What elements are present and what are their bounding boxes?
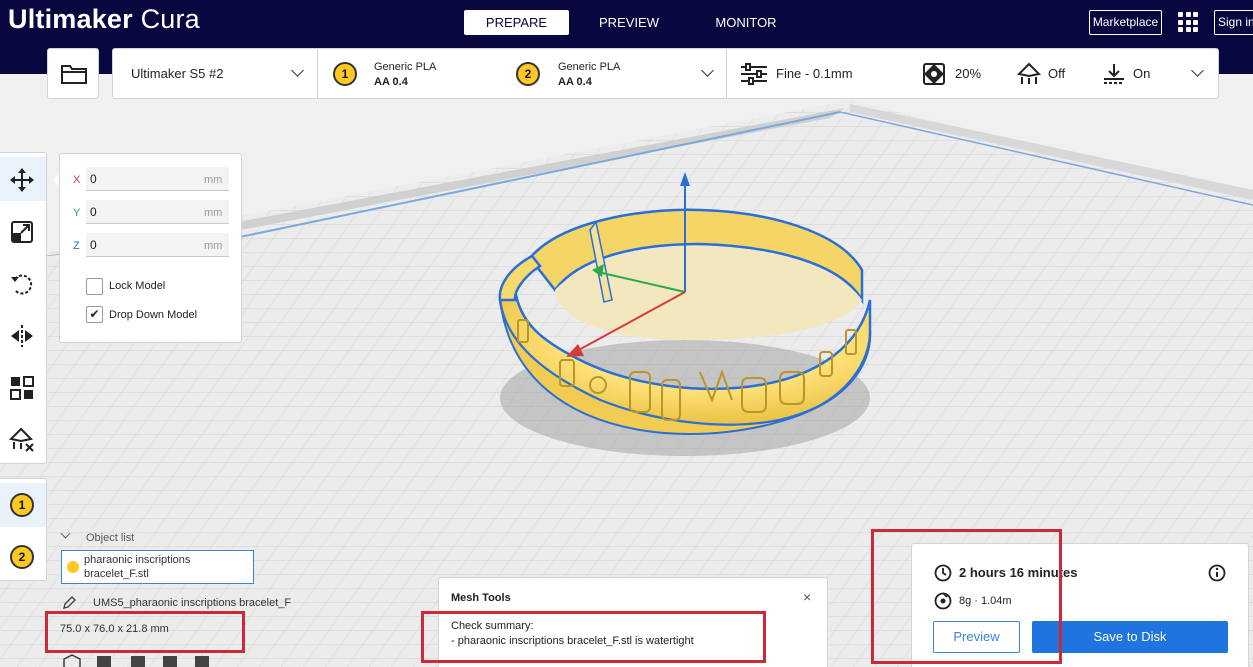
- model-dimensions: 75.0 x 76.0 x 21.8 mm: [60, 623, 169, 635]
- extruder-1-icon: 1: [333, 62, 357, 86]
- app-logo: Ultimaker Cura: [8, 4, 200, 34]
- support-value: Off: [1048, 66, 1066, 81]
- extruder-2-button[interactable]: 2: [0, 535, 46, 579]
- move-tool-button[interactable]: [0, 157, 46, 201]
- adhesion-icon: [1104, 64, 1124, 84]
- material-estimate: 8g · 1.04m: [959, 595, 1012, 607]
- drop-down-model-label: Drop Down Model: [109, 309, 198, 321]
- drop-down-model-checkbox[interactable]: ✔: [86, 306, 103, 323]
- clock-icon: [934, 564, 952, 582]
- profile-label: Fine - 0.1mm: [776, 66, 853, 81]
- extruder-1-icon: 1: [10, 493, 34, 517]
- tool-sidebar: [0, 152, 47, 464]
- save-to-disk-button[interactable]: Save to Disk: [1032, 621, 1228, 653]
- sign-in-button[interactable]: Sign in: [1214, 10, 1253, 35]
- rotate-tool-button[interactable]: [0, 261, 46, 305]
- rotate-icon: [11, 274, 33, 295]
- check-summary-result: - pharaonic inscriptions bracelet_F.stl …: [451, 635, 694, 647]
- x-unit: mm: [204, 174, 223, 186]
- job-name[interactable]: UMS5_pharaonic inscriptions bracelet_F: [93, 597, 291, 609]
- z-unit: mm: [204, 240, 223, 252]
- z-axis-label: Z: [73, 240, 80, 252]
- extruder-2-material: Generic PLA: [558, 61, 621, 73]
- y-axis-label: Y: [73, 207, 81, 219]
- mirror-tool-button[interactable]: [0, 313, 46, 357]
- support-icon: [1017, 62, 1041, 84]
- spool-icon: [934, 592, 952, 610]
- print-settings-selector[interactable]: Fine - 0.1mm 20% Off On: [727, 49, 1219, 98]
- lock-model-checkbox[interactable]: [86, 278, 103, 295]
- extruder-2-icon: 2: [516, 62, 540, 86]
- info-icon[interactable]: [1208, 564, 1226, 582]
- extruder-1-button[interactable]: 1: [0, 483, 46, 527]
- folder-icon: [61, 65, 87, 84]
- mesh-tools-message: Mesh Tools × Check summary: - pharaonic …: [438, 577, 828, 667]
- tab-monitor[interactable]: MONITOR: [706, 10, 786, 35]
- support-blocker-icon: [9, 427, 34, 452]
- per-model-settings-icon: [10, 376, 34, 400]
- scale-icon: [11, 221, 33, 243]
- view-top-icon[interactable]: [128, 654, 148, 667]
- move-tool-panel: X mm Y mm Z mm Lock Model ✔ Drop Down Mo…: [59, 153, 242, 343]
- extruder-2-core: AA 0.4: [558, 76, 592, 88]
- view-front-icon[interactable]: [94, 654, 114, 667]
- preview-button[interactable]: Preview: [933, 621, 1020, 653]
- tab-prepare[interactable]: PREPARE: [464, 10, 569, 35]
- check-summary-heading: Check summary:: [451, 620, 534, 632]
- chevron-down-icon: [1191, 64, 1204, 77]
- apps-grid-icon[interactable]: [1178, 12, 1198, 32]
- mirror-icon: [11, 325, 33, 347]
- open-file-button[interactable]: [47, 48, 99, 99]
- view-right-icon[interactable]: [192, 654, 212, 667]
- view-3d-icon[interactable]: [62, 654, 82, 667]
- machine-settings-bar: Ultimaker S5 #2 1 Generic PLA AA 0.4 2 G…: [112, 48, 1219, 99]
- extruder-1-material: Generic PLA: [374, 61, 437, 73]
- object-name: pharaonic inscriptions bracelet_F.stl: [84, 554, 191, 580]
- lock-model-label: Lock Model: [109, 280, 166, 292]
- print-time: 2 hours 16 minutes: [959, 565, 1078, 580]
- pencil-icon[interactable]: [62, 596, 76, 610]
- close-icon[interactable]: ×: [803, 589, 811, 605]
- tab-preview[interactable]: PREVIEW: [590, 10, 668, 35]
- adhesion-value: On: [1133, 66, 1151, 81]
- view-left-icon[interactable]: [160, 654, 180, 667]
- infill-icon: [923, 63, 945, 85]
- object-list-header[interactable]: Object list: [86, 532, 134, 544]
- mesh-tools-title: Mesh Tools: [451, 592, 511, 604]
- y-unit: mm: [204, 207, 223, 219]
- move-icon: [10, 168, 34, 192]
- print-estimate-panel: 2 hours 16 minutes 8g · 1.04m Preview Sa…: [911, 543, 1249, 667]
- printer-name: Ultimaker S5 #2: [131, 66, 224, 81]
- extruder-sidebar: 1 2: [0, 478, 47, 581]
- scale-tool-button[interactable]: [0, 209, 46, 253]
- object-list-item[interactable]: pharaonic inscriptions bracelet_F.stl: [61, 550, 254, 584]
- extruder-2-icon: 2: [10, 545, 34, 569]
- marketplace-button[interactable]: Marketplace: [1089, 10, 1162, 35]
- x-axis-label: X: [73, 174, 81, 186]
- infill-value: 20%: [955, 66, 982, 81]
- extruder-1-core: AA 0.4: [374, 76, 408, 88]
- settings-sliders-icon: [741, 63, 767, 85]
- extruder-color-dot: [67, 561, 79, 573]
- per-model-settings-button[interactable]: [0, 365, 46, 409]
- chevron-down-icon: [701, 64, 714, 77]
- support-blocker-button[interactable]: [0, 417, 46, 461]
- printer-selector[interactable]: Ultimaker S5 #2: [113, 49, 317, 98]
- material-selector[interactable]: 1 Generic PLA AA 0.4 2 Generic PLA AA 0.…: [318, 49, 726, 98]
- chevron-down-icon: [291, 64, 304, 77]
